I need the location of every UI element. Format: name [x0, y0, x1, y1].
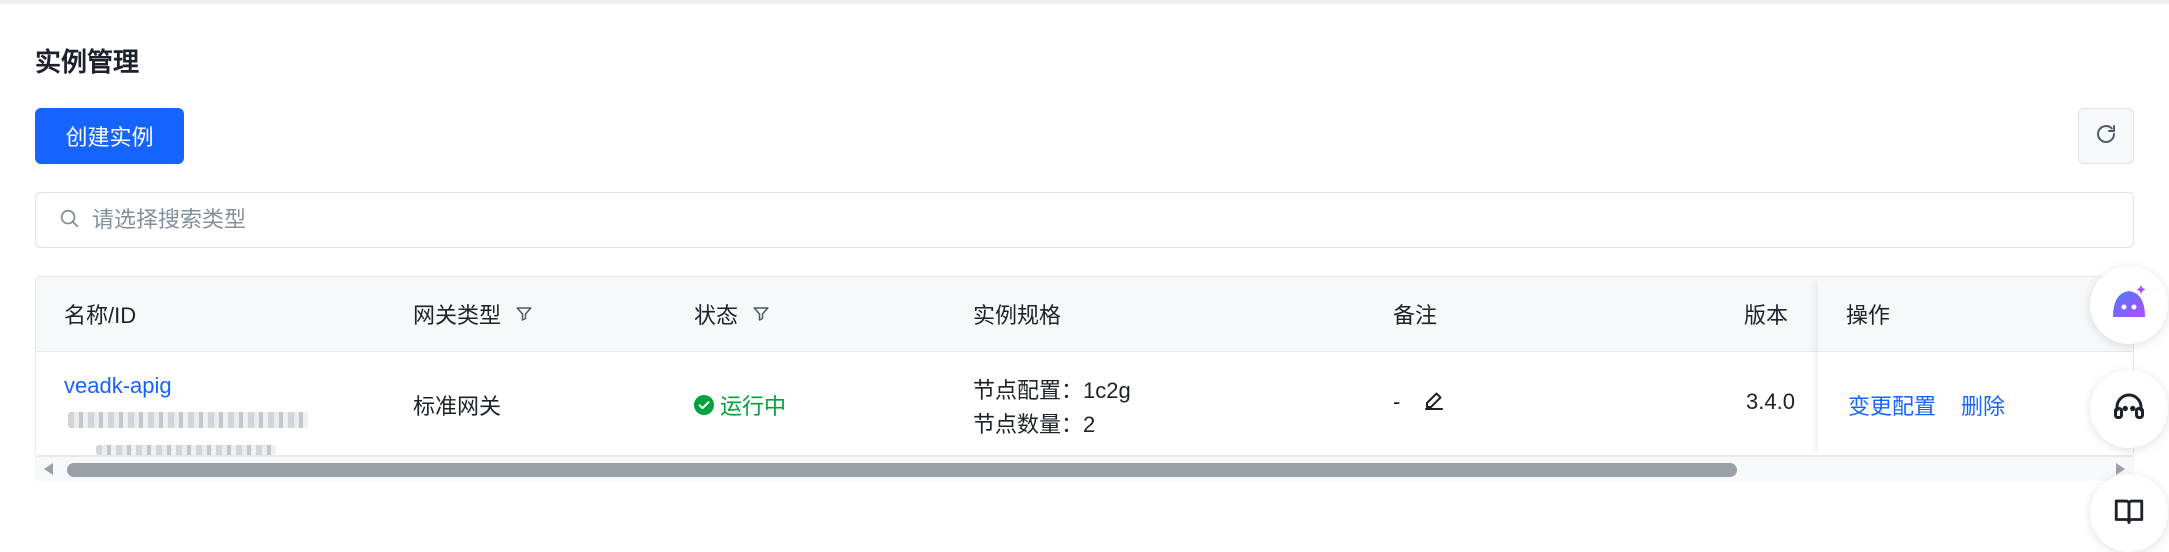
- ai-assistant-button[interactable]: [2090, 266, 2168, 344]
- instance-name-link[interactable]: veadk-apig: [64, 373, 172, 399]
- column-header-version: 版本: [1744, 303, 1789, 328]
- search-icon: [58, 207, 80, 234]
- version-value: 3.4.0: [1746, 389, 1795, 414]
- scroll-left-arrow-icon[interactable]: [41, 461, 55, 482]
- ai-assistant-icon: [2107, 281, 2151, 330]
- support-button[interactable]: [2090, 370, 2168, 448]
- check-circle-icon: [694, 395, 714, 415]
- actions-header-bg: 操作: [1818, 277, 2133, 352]
- instance-id-redacted-2: [96, 445, 276, 455]
- headset-icon: [2111, 389, 2147, 430]
- column-header-spec: 实例规格: [973, 303, 1062, 328]
- page-title: 实例管理: [35, 47, 140, 77]
- instance-id-redacted: [68, 412, 308, 428]
- column-header-actions: 操作: [1846, 303, 1891, 328]
- status-text: 运行中: [720, 394, 787, 419]
- instance-table: 名称/ID 网关类型 状态 实例规格 备注 版本 veadk-apig 标准网关…: [35, 276, 2134, 456]
- spec-node-config: 节点配置：1c2g: [973, 378, 1131, 403]
- delete-link[interactable]: 删除: [1961, 389, 2005, 421]
- spec-node-count: 节点数量：2: [973, 412, 1096, 437]
- search-input[interactable]: [90, 206, 1994, 234]
- column-header-status: 状态: [694, 277, 770, 351]
- remark-value: -: [1393, 389, 1401, 414]
- change-config-link[interactable]: 变更配置: [1848, 389, 1936, 421]
- filter-icon[interactable]: [515, 305, 533, 323]
- column-header-name: 名称/ID: [64, 303, 137, 328]
- book-icon: [2112, 494, 2146, 533]
- scrollbar-thumb[interactable]: [67, 463, 1737, 477]
- docs-button[interactable]: [2090, 474, 2168, 552]
- refresh-button[interactable]: [2078, 108, 2134, 164]
- refresh-icon: [2094, 122, 2118, 151]
- filter-icon[interactable]: [752, 305, 770, 323]
- edit-remark-icon[interactable]: [1422, 389, 1446, 419]
- search-bar[interactable]: [35, 192, 2134, 248]
- column-header-label: 网关类型: [413, 303, 502, 328]
- column-header-label: 状态: [694, 303, 739, 328]
- top-divider: [0, 0, 2169, 4]
- horizontal-scrollbar[interactable]: [35, 456, 2134, 481]
- column-header-gateway-type: 网关类型: [413, 277, 533, 351]
- create-instance-button[interactable]: 创建实例: [35, 108, 184, 164]
- gateway-type: 标准网关: [413, 394, 502, 419]
- column-header-remark: 备注: [1393, 303, 1438, 328]
- actions-column: 操作 变更配置 删除: [1818, 277, 2133, 455]
- status-badge: 运行中: [694, 389, 786, 421]
